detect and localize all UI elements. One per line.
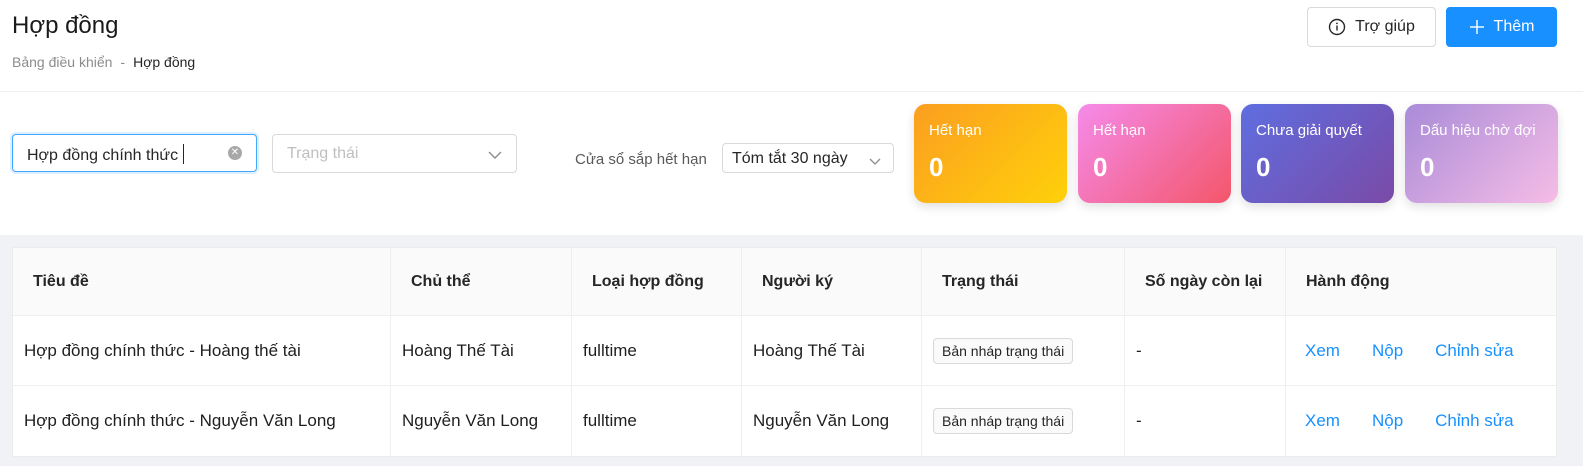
cell-signer: Hoàng Thế Tài bbox=[742, 316, 922, 385]
help-button[interactable]: Trợ giúp bbox=[1307, 7, 1436, 47]
contracts-table: Tiêu đề Chủ thể Loại hợp đồng Người ký T… bbox=[12, 247, 1557, 457]
search-input[interactable]: Hợp đồng chính thức ✕ bbox=[12, 134, 257, 172]
chevron-down-icon bbox=[869, 153, 881, 171]
cell-title: Hợp đồng chính thức - Nguyễn Văn Long bbox=[13, 386, 391, 456]
stat-card-value: 0 bbox=[1093, 152, 1108, 182]
page-header: Hợp đồng Bảng điều khiển - Hợp đồng Trợ gi… bbox=[0, 0, 1583, 92]
table-row: Hợp đồng chính thức - Hoàng thế tài Hoàn… bbox=[13, 316, 1556, 386]
expiry-window-label: Cửa sổ sắp hết hạn bbox=[575, 151, 707, 168]
stat-card-waiting[interactable]: Dấu hiệu chờ đợi 0 bbox=[1405, 104, 1558, 203]
plus-icon bbox=[1469, 19, 1485, 35]
column-header-subject[interactable]: Chủ thể bbox=[391, 248, 572, 315]
edit-link[interactable]: Chỉnh sửa bbox=[1435, 411, 1513, 431]
cell-type: fulltime bbox=[572, 386, 742, 456]
help-button-label: Trợ giúp bbox=[1355, 18, 1415, 35]
column-header-status[interactable]: Trạng thái bbox=[922, 248, 1125, 315]
clear-icon[interactable]: ✕ bbox=[228, 146, 242, 160]
breadcrumb-separator: - bbox=[120, 54, 126, 70]
chevron-down-icon bbox=[488, 147, 502, 165]
stat-card-pending[interactable]: Chưa giải quyết 0 bbox=[1241, 104, 1394, 203]
stat-card-label: Hết hạn bbox=[1093, 122, 1146, 139]
column-header-days-left[interactable]: Số ngày còn lại bbox=[1125, 248, 1286, 315]
page-title: Hợp đồng bbox=[12, 12, 119, 39]
stat-card-value: 0 bbox=[929, 152, 944, 182]
status-select-placeholder: Trạng thái bbox=[287, 145, 359, 162]
cell-subject: Hoàng Thế Tài bbox=[391, 316, 572, 385]
add-button-label: Thêm bbox=[1493, 18, 1535, 35]
column-header-title[interactable]: Tiêu đề bbox=[13, 248, 391, 315]
breadcrumb: Bảng điều khiển - Hợp đồng bbox=[12, 54, 195, 70]
submit-link[interactable]: Nộp bbox=[1372, 341, 1403, 361]
filter-bar: Hợp đồng chính thức ✕ Trạng thái Cửa sổ … bbox=[0, 92, 1583, 235]
cell-status: Bản nháp trạng thái bbox=[922, 386, 1125, 456]
status-badge: Bản nháp trạng thái bbox=[933, 337, 1074, 364]
view-link[interactable]: Xem bbox=[1305, 411, 1340, 431]
column-header-type[interactable]: Loại hợp đồng bbox=[572, 248, 742, 315]
edit-link[interactable]: Chỉnh sửa bbox=[1435, 341, 1513, 361]
text-caret bbox=[183, 144, 185, 164]
stat-card-expired-2[interactable]: Hết hạn 0 bbox=[1078, 104, 1231, 203]
stat-card-expired[interactable]: Hết hạn 0 bbox=[914, 104, 1067, 203]
stat-card-label: Chưa giải quyết bbox=[1256, 122, 1362, 139]
info-circle-icon bbox=[1328, 18, 1346, 36]
stat-card-label: Dấu hiệu chờ đợi bbox=[1420, 122, 1536, 139]
cell-actions: Xem Nộp Chỉnh sửa bbox=[1286, 386, 1556, 456]
stat-card-label: Hết hạn bbox=[929, 122, 982, 139]
table-header-row: Tiêu đề Chủ thể Loại hợp đồng Người ký T… bbox=[13, 248, 1556, 316]
status-select[interactable]: Trạng thái bbox=[272, 134, 517, 173]
search-input-value: Hợp đồng chính thức bbox=[27, 144, 185, 165]
breadcrumb-root[interactable]: Bảng điều khiển bbox=[12, 54, 112, 70]
submit-link[interactable]: Nộp bbox=[1372, 411, 1403, 431]
cell-status: Bản nháp trạng thái bbox=[922, 316, 1125, 385]
cell-type: fulltime bbox=[572, 316, 742, 385]
cell-days-left: - bbox=[1125, 386, 1286, 456]
breadcrumb-current: Hợp đồng bbox=[133, 54, 196, 70]
view-link[interactable]: Xem bbox=[1305, 341, 1340, 361]
column-header-signer[interactable]: Người ký bbox=[742, 248, 922, 315]
expiry-window-value: Tóm tắt 30 ngày bbox=[732, 150, 848, 167]
cell-signer: Nguyễn Văn Long bbox=[742, 386, 922, 456]
cell-title: Hợp đồng chính thức - Hoàng thế tài bbox=[13, 316, 391, 385]
table-row: Hợp đồng chính thức - Nguyễn Văn Long Ng… bbox=[13, 386, 1556, 456]
cell-subject: Nguyễn Văn Long bbox=[391, 386, 572, 456]
status-badge: Bản nháp trạng thái bbox=[933, 408, 1074, 434]
column-header-actions: Hành động bbox=[1306, 272, 1390, 290]
stat-card-value: 0 bbox=[1420, 152, 1435, 182]
add-button[interactable]: Thêm bbox=[1446, 7, 1557, 47]
stat-card-value: 0 bbox=[1256, 152, 1271, 182]
cell-actions: Xem Nộp Chỉnh sửa bbox=[1286, 316, 1556, 385]
cell-days-left: - bbox=[1125, 316, 1286, 385]
expiry-window-select[interactable]: Tóm tắt 30 ngày bbox=[722, 143, 894, 173]
